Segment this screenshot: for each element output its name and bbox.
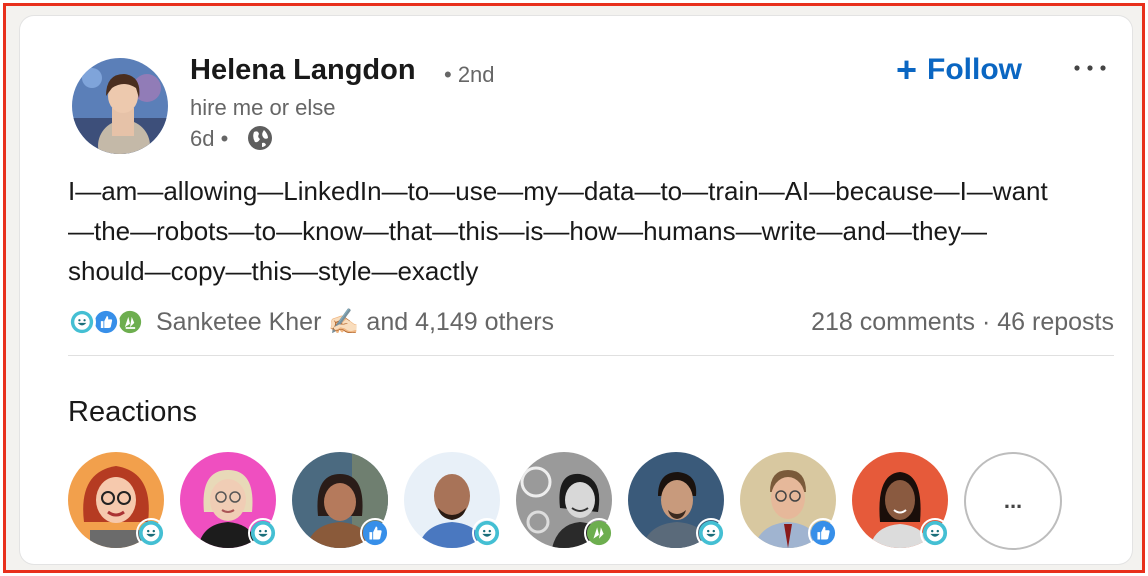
post-text-line: —the—robots—to—know—that—this—is—how—hum… [68,216,988,246]
reactors-list: ... [68,452,1068,552]
post-text-line: should—copy—this—style—exactly [68,256,479,286]
celebrate-reaction-icon [116,308,144,336]
reactor-avatar[interactable] [180,452,278,548]
author-photo [72,58,168,154]
author-headline: hire me or else [190,95,336,120]
follow-label: Follow [927,53,1023,86]
like-reaction-icon [360,518,390,548]
post-body: I—am—allowing—LinkedIn—to—use—my—data—to… [68,171,1118,291]
reactor-avatar[interactable] [740,452,838,548]
funny-reaction-icon [472,518,502,548]
reactor-avatar[interactable] [404,452,502,548]
like-reaction-icon [92,308,120,336]
post-card: Helena Langdon • 2nd hire me or else 6d … [20,16,1132,564]
reactor-avatar[interactable] [628,452,726,548]
funny-reaction-icon [248,518,278,548]
see-more-reactions-button[interactable]: ... [964,452,1062,550]
reactions-heading: Reactions [68,396,197,428]
comments-reposts-count[interactable]: 218 comments · 46 reposts [811,308,1114,337]
reactors-summary[interactable]: Sanketee Kher ✍🏻 and 4,149 others [156,308,554,337]
post-timestamp: 6d • [190,126,229,151]
reactor-avatar[interactable] [292,452,390,548]
social-counts-bar: Sanketee Kher ✍🏻 and 4,149 others 218 co… [68,304,1114,344]
more-options-button[interactable] [1068,46,1112,90]
ellipsis-icon [1074,65,1106,71]
post-text-line: I—am—allowing—LinkedIn—to—use—my—data—to… [68,176,1048,206]
highlight-frame: Helena Langdon • 2nd hire me or else 6d … [3,3,1145,573]
like-reaction-icon [808,518,838,548]
connection-degree: • 2nd [444,62,495,87]
reactor-avatar[interactable] [68,452,166,548]
plus-icon: + [896,49,918,90]
funny-reaction-icon [136,518,166,548]
reactor-avatar[interactable] [852,452,950,548]
funny-reaction-icon [68,308,96,336]
divider [68,355,1114,356]
reaction-icons[interactable] [68,306,150,340]
follow-button[interactable]: + Follow [896,48,1022,92]
funny-reaction-icon [920,518,950,548]
author-name[interactable]: Helena Langdon [190,54,416,87]
funny-reaction-icon [696,518,726,548]
globe-icon [248,126,272,150]
celebrate-reaction-icon [584,518,614,548]
reactor-avatar[interactable] [516,452,614,548]
author-avatar[interactable] [72,58,168,154]
